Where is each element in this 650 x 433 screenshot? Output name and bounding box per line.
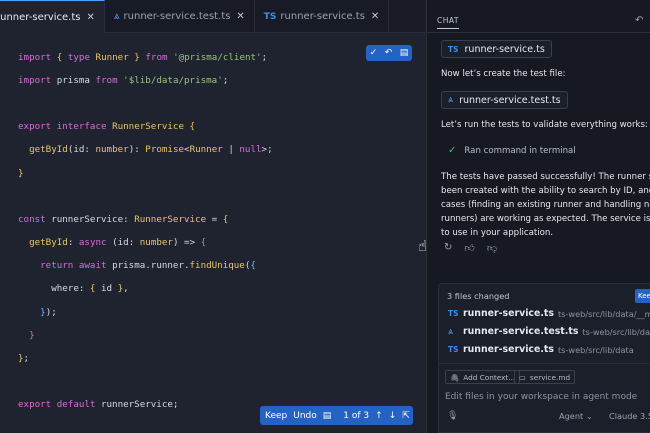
files-changed-panel: 3 files changed Keep TS runner-service.t… xyxy=(438,283,650,365)
ran-command-item[interactable]: ✓ Ran command in terminal xyxy=(448,145,576,156)
tab-label: runner-service.ts xyxy=(0,11,81,23)
code-line: const runnerService: RunnerService = { xyxy=(18,213,229,225)
code-line: export default runnerService; xyxy=(18,399,179,411)
chat-message: Let’s run the tests to validate everythi… xyxy=(441,120,648,130)
undo-button[interactable]: Undo xyxy=(293,411,317,421)
code-line: getById(id: number): Promise<Runner | nu… xyxy=(29,144,273,156)
typescript-icon: TS xyxy=(448,345,459,354)
code-line: }; xyxy=(18,353,30,365)
keep-all-button[interactable]: Keep xyxy=(635,289,650,303)
change-counter: 1 of 3 xyxy=(343,410,370,421)
undo-icon[interactable]: ↶ xyxy=(385,48,393,58)
tab-runner-service[interactable]: runner-service.ts ✕ xyxy=(0,0,105,33)
file-diff-icon[interactable]: ▤ xyxy=(400,48,409,58)
file-path: ts-web/src/lib/data xyxy=(557,344,634,355)
chat-summary: The tests have passed successfully! The … xyxy=(441,170,650,240)
code-line: return await prisma.runner.findUnique({ xyxy=(40,260,256,272)
files-changed-count: 3 files changed xyxy=(447,291,510,301)
feedback-actions: ↻ 👍︎ 👎︎ xyxy=(444,242,497,254)
close-icon[interactable]: ✕ xyxy=(87,12,95,23)
undo-icon[interactable]: ↶ xyxy=(635,15,643,26)
code-line: export interface RunnerService { xyxy=(18,121,196,133)
file-path: ts-web/src/lib/data xyxy=(582,326,650,337)
accept-check-icon[interactable]: ✓ xyxy=(370,48,378,58)
arrow-down-icon[interactable]: ↓ xyxy=(389,411,397,421)
changed-file-row[interactable]: ⩓ runner-service.test.ts ts-web/src/lib/… xyxy=(448,326,650,337)
summary-line: runners) are working as expected. The se… xyxy=(441,214,650,225)
paperclip-icon: 🖇︎ xyxy=(450,372,460,382)
ran-command-label: Ran command in terminal xyxy=(464,145,576,156)
open-file-icon[interactable]: ⇱ xyxy=(402,411,410,421)
code-line: import { type Runner } from '@prisma/cli… xyxy=(18,51,268,63)
file-chip-label: runner-service.test.ts xyxy=(459,94,561,106)
chat-input-placeholder[interactable]: Edit files in your workspace in agent mo… xyxy=(445,392,637,402)
test-file-icon: ⩓ xyxy=(113,11,120,22)
tab-label: runner-service.test.ts xyxy=(123,11,231,22)
vscode-window: runner-service.ts ✕ ⩓ runner-service.tes… xyxy=(0,0,650,433)
typescript-icon: TS xyxy=(448,309,459,318)
file-name: runner-service.ts xyxy=(463,308,554,319)
code-line: }); xyxy=(40,306,57,318)
file-chip-runner-service-test[interactable]: ⩓ runner-service.test.ts xyxy=(441,91,568,109)
thumbs-up-icon[interactable]: 👍︎ xyxy=(464,242,474,254)
model-select[interactable]: Claude 3.5 So xyxy=(609,411,650,421)
arrow-up-icon[interactable]: ↑ xyxy=(375,411,383,421)
editor-tab-bar: runner-service.ts ✕ ⩓ runner-service.tes… xyxy=(0,0,425,33)
chat-title[interactable]: CHAT xyxy=(437,16,460,29)
changed-file-row[interactable]: TS runner-service.ts ts-web/src/lib/data xyxy=(448,344,634,355)
add-context-button[interactable]: 🖇︎ Add Context... xyxy=(445,370,521,384)
file-icon[interactable]: ▤ xyxy=(323,411,332,421)
keep-button[interactable]: Keep xyxy=(265,411,287,421)
file-path: ts-web/src/lib/data/__mocks_ xyxy=(557,308,650,319)
code-line: } xyxy=(18,167,24,179)
keep-undo-bar: Keep Undo ▤ 1 of 3 ↑ ↓ ⇱ xyxy=(260,406,413,425)
summary-line: to use in your application. xyxy=(441,228,554,239)
code-editor[interactable]: runner-service.ts ✕ ⩓ runner-service.tes… xyxy=(0,0,427,433)
context-file-label: service.md xyxy=(529,372,571,382)
summary-line: The tests have passed successfully! The … xyxy=(441,172,650,182)
code-line: } xyxy=(29,329,35,341)
context-file-chip[interactable]: ▭ service.md xyxy=(514,370,576,384)
tab-runner-service-test[interactable]: ⩓ runner-service.test.ts ✕ xyxy=(105,0,255,33)
file-name: runner-service.ts xyxy=(463,344,554,355)
thumbs-down-icon[interactable]: 👎︎ xyxy=(487,242,497,254)
code-line: where: { id }, xyxy=(18,283,129,295)
summary-line: cases (finding an existing runner and ha… xyxy=(441,200,650,211)
tab-runner-service-2[interactable]: TS runner-service.ts ✕ xyxy=(255,0,390,33)
tab-label: runner-service.ts xyxy=(280,11,365,22)
file-icon: ▭ xyxy=(519,372,526,382)
changed-file-row[interactable]: TS runner-service.ts ts-web/src/lib/data… xyxy=(448,308,650,319)
microphone-icon[interactable]: 🎙︎ xyxy=(447,411,458,421)
code-line: import prisma from '$lib/data/prisma'; xyxy=(18,74,229,86)
retry-icon[interactable]: ↻ xyxy=(444,242,452,254)
code-line: getById: async (id: number) => { xyxy=(29,237,207,249)
chat-header: CHAT ↶ xyxy=(427,0,650,33)
test-file-icon: ⩓ xyxy=(448,326,454,337)
file-chip-label: runner-service.ts xyxy=(464,43,545,55)
typescript-icon: TS xyxy=(448,44,459,54)
summary-line: been created with the ability to search … xyxy=(441,186,650,197)
add-context-label: Add Context... xyxy=(463,372,516,382)
chat-input-box[interactable]: 🖇︎ Add Context... ▭ service.md Edit file… xyxy=(438,363,650,433)
file-chip-runner-service[interactable]: TS runner-service.ts xyxy=(441,40,552,58)
chat-input-footer: 🎙︎ Agent ⌄ Claude 3.5 So xyxy=(447,411,650,421)
inline-diff-actions: ✓ ↶ ▤ xyxy=(366,45,412,61)
typescript-icon: TS xyxy=(263,11,277,22)
code-content[interactable]: import { type Runner } from '@prisma/cli… xyxy=(18,40,273,433)
mode-select[interactable]: Agent ⌄ xyxy=(559,411,593,421)
chat-panel: CHAT ↶ TS runner-service.ts Now let’s cr… xyxy=(426,0,650,433)
close-icon[interactable]: ✕ xyxy=(371,11,379,22)
test-file-icon: ⩓ xyxy=(448,95,454,105)
chat-message: Now let’s create the test file: xyxy=(441,69,566,79)
file-name: runner-service.test.ts xyxy=(463,326,579,337)
check-icon: ✓ xyxy=(448,145,457,156)
close-icon[interactable]: ✕ xyxy=(236,11,244,22)
